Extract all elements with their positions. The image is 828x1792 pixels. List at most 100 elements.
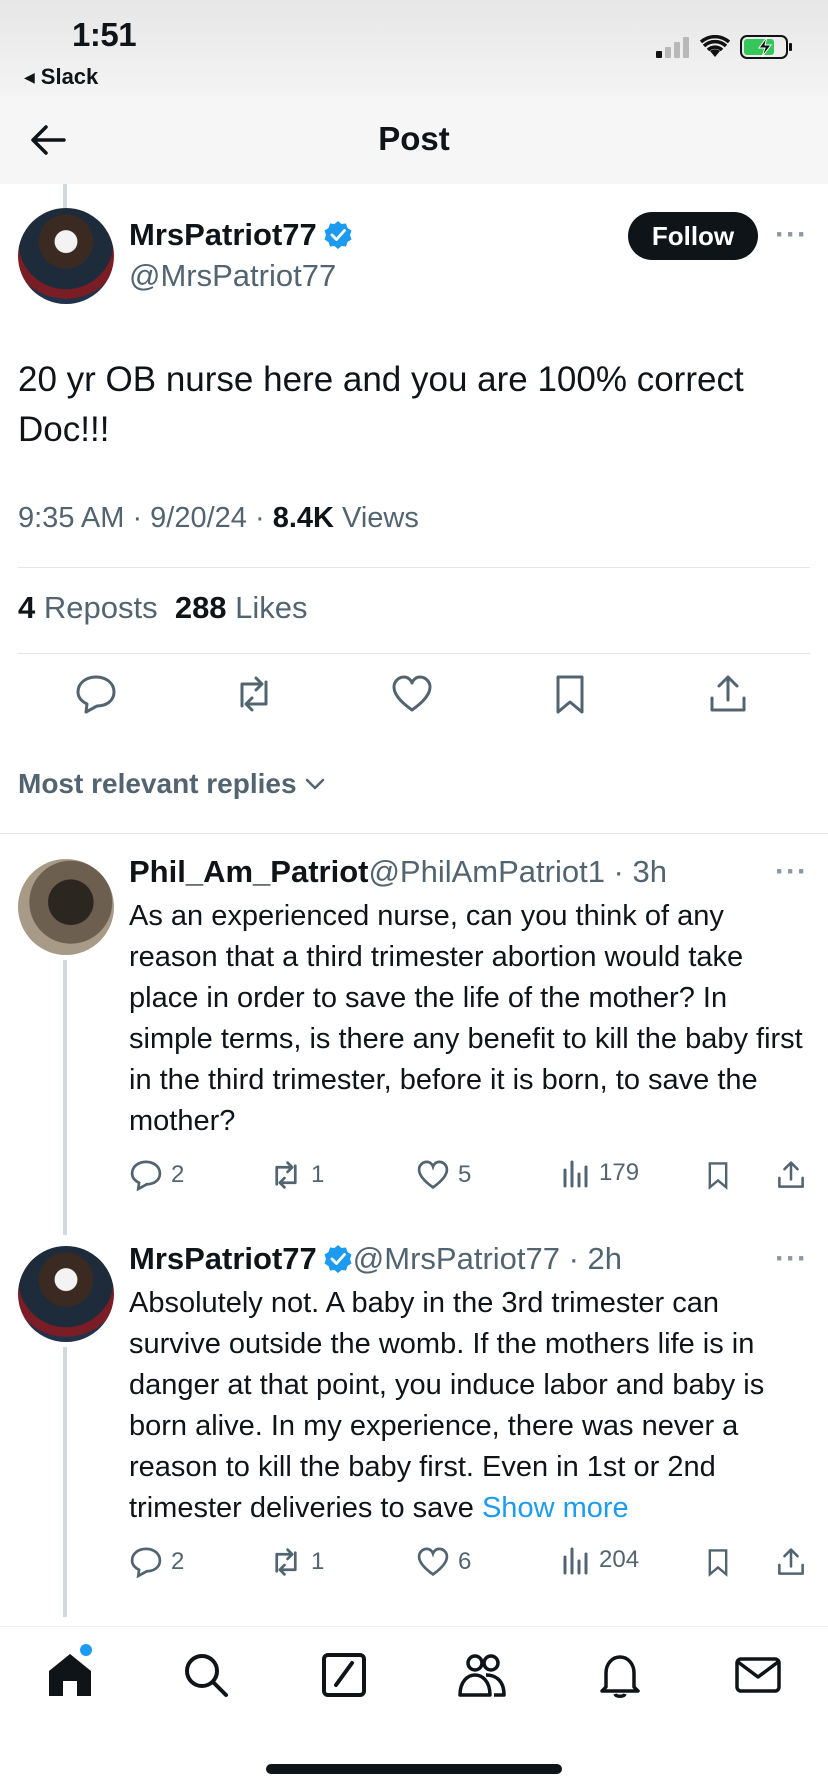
verified-badge-icon (324, 1245, 352, 1273)
search-icon[interactable] (180, 1649, 232, 1701)
likes-count[interactable]: 288 (175, 590, 227, 625)
more-options-icon[interactable]: ··· (775, 855, 808, 889)
wifi-icon (700, 35, 730, 57)
like-button[interactable]: 5 (416, 1158, 471, 1192)
like-heart-icon (417, 1547, 449, 1577)
reply-icon (130, 1160, 162, 1192)
post-stats: 4 Reposts 288 Likes (18, 590, 308, 626)
reposts-count[interactable]: 4 (18, 590, 35, 625)
communities-icon[interactable] (456, 1649, 508, 1701)
thread-connector (63, 960, 67, 1235)
repost-icon (275, 1161, 297, 1189)
views-count: 204 (599, 1546, 640, 1573)
reply-icon (130, 1547, 162, 1579)
page-title: Post (378, 120, 450, 157)
views-count: 179 (599, 1159, 640, 1186)
reply-text: As an experienced nurse, can you think o… (129, 900, 803, 1137)
share-icon (778, 1548, 804, 1575)
share-icon (778, 1161, 804, 1188)
repost-button[interactable]: 1 (269, 1545, 324, 1579)
home-indicator[interactable] (266, 1764, 562, 1774)
home-icon[interactable] (44, 1649, 96, 1701)
avatar[interactable] (18, 859, 114, 955)
post-author[interactable]: MrsPatriot77 (129, 217, 353, 253)
follow-button[interactable]: Follow (628, 212, 758, 260)
repost-count: 1 (311, 1161, 325, 1188)
author-handle[interactable]: @MrsPatriot77 (129, 258, 336, 294)
reply-text-body: Absolutely not. A baby in the 3rd trimes… (129, 1287, 765, 1524)
notifications-bell-icon[interactable] (594, 1649, 646, 1701)
views-button[interactable]: 179 (561, 1158, 639, 1188)
reply-actions: 2 1 5 179 (129, 1158, 809, 1198)
more-options-icon[interactable]: ··· (775, 218, 808, 252)
share-button[interactable] (775, 1545, 807, 1579)
reply-count: 2 (171, 1161, 185, 1188)
repost-count: 1 (311, 1548, 325, 1575)
cellular-signal-icon (656, 37, 689, 58)
views-chart-icon (563, 1547, 588, 1575)
reply-count: 2 (171, 1548, 185, 1575)
reposts-label[interactable]: Reposts (35, 590, 158, 625)
reply-author-name: MrsPatriot77 (129, 1241, 317, 1276)
back-to-slack[interactable]: ◀ Slack (24, 64, 98, 90)
post-meta: 9:35 AM · 9/20/24 · 8.4K Views (18, 502, 419, 535)
views-chart-icon (563, 1160, 588, 1188)
bookmark-icon (708, 1162, 728, 1190)
post-actions (0, 672, 828, 728)
bookmark-button[interactable] (703, 1158, 733, 1192)
like-heart-icon (417, 1160, 449, 1190)
status-icons (656, 34, 794, 60)
divider (18, 567, 810, 568)
post-timestamp[interactable]: 9:35 AM · 9/20/24 · (18, 502, 273, 534)
bookmark-button[interactable] (703, 1545, 733, 1579)
reply-author-name: Phil_Am_Patriot (129, 854, 369, 889)
reply-icon[interactable] (74, 672, 118, 716)
views-count: 8.4K (272, 502, 334, 534)
reply-button[interactable]: 2 (129, 1545, 184, 1579)
like-count: 6 (458, 1548, 472, 1575)
author-name: MrsPatriot77 (129, 217, 317, 252)
reply-button[interactable]: 2 (129, 1158, 184, 1192)
views-label: Views (333, 502, 419, 534)
thread-connector (63, 1347, 67, 1617)
messages-icon[interactable] (732, 1649, 784, 1701)
battery-charging-icon (740, 35, 792, 59)
repost-icon[interactable] (232, 672, 276, 716)
divider (0, 833, 828, 834)
reply-text: Absolutely not. A baby in the 3rd trimes… (129, 1283, 809, 1529)
repost-button[interactable]: 1 (269, 1158, 324, 1192)
replies-sort-label: Most relevant replies (18, 768, 297, 799)
back-app-label: Slack (40, 64, 99, 89)
home-notification-dot (80, 1644, 92, 1656)
share-button[interactable] (775, 1158, 807, 1192)
views-button[interactable]: 204 (561, 1545, 639, 1575)
reply-actions: 2 1 6 204 (129, 1545, 809, 1585)
like-count: 5 (458, 1161, 472, 1188)
thread-connector-top (63, 184, 67, 208)
verified-badge-icon (324, 221, 352, 249)
reply-handle-time: @PhilAmPatriot1 · 3h (368, 854, 667, 889)
grok-icon[interactable] (318, 1649, 370, 1701)
share-icon[interactable] (706, 672, 750, 716)
bookmark-icon (708, 1549, 728, 1577)
like-heart-icon[interactable] (390, 672, 434, 716)
divider (18, 653, 810, 654)
reply-author[interactable]: MrsPatriot77 @MrsPatriot77 · 2h (129, 1241, 622, 1277)
back-triangle-icon: ◀ (24, 68, 35, 85)
chevron-down-icon (305, 778, 324, 790)
likes-label[interactable]: Likes (227, 590, 307, 625)
reply-author[interactable]: Phil_Am_Patriot @PhilAmPatriot1 · 3h (129, 854, 667, 890)
status-bar: 1:51 ◀ Slack (0, 0, 828, 96)
show-more-link[interactable]: Show more (482, 1492, 629, 1524)
like-button[interactable]: 6 (416, 1545, 471, 1579)
post-text: 20 yr OB nurse here and you are 100% cor… (18, 360, 744, 449)
nav-header: Post (0, 96, 828, 184)
avatar[interactable] (18, 1246, 114, 1342)
more-options-icon[interactable]: ··· (775, 1242, 808, 1276)
replies-sort-dropdown[interactable]: Most relevant replies (18, 768, 327, 800)
reply-handle-time: @MrsPatriot77 · 2h (352, 1241, 623, 1276)
bookmark-icon[interactable] (548, 672, 592, 716)
avatar[interactable] (18, 208, 114, 304)
status-time: 1:51 (72, 16, 137, 53)
repost-icon (275, 1548, 297, 1576)
